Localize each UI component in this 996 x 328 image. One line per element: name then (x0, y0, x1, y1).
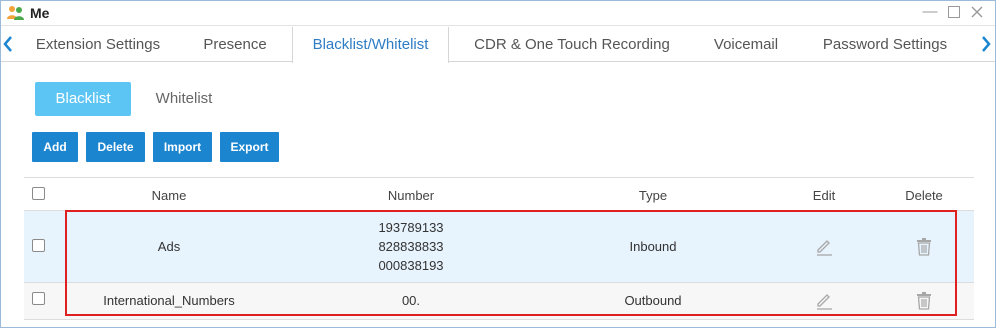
tab-extension-settings[interactable]: Extension Settings (24, 27, 172, 62)
header-edit: Edit (812, 188, 836, 203)
row-number: 00. (401, 293, 421, 308)
edit-icon[interactable] (815, 238, 833, 256)
close-icon (971, 6, 983, 18)
subtab-whitelist[interactable]: Whitelist (139, 82, 229, 116)
header-number: Number (387, 188, 435, 203)
row-number: 000838193 (378, 258, 444, 273)
header-delete: Delete (905, 188, 943, 203)
tab-presence[interactable]: Presence (189, 27, 281, 62)
tab-voicemail[interactable]: Voicemail (701, 27, 791, 62)
tab-password-settings[interactable]: Password Settings (811, 27, 959, 62)
table-row: Ads 193789133 828838833 000838193 Inboun… (24, 211, 974, 283)
row-checkbox[interactable] (32, 292, 45, 305)
delete-button[interactable]: Delete (86, 132, 145, 162)
row-name: International_Numbers (103, 293, 235, 308)
window-title: Me (30, 5, 50, 21)
tab-scroll-right-icon[interactable] (979, 33, 993, 55)
export-button[interactable]: Export (220, 132, 279, 162)
subtab-blacklist[interactable]: Blacklist (35, 82, 131, 116)
import-button[interactable]: Import (153, 132, 212, 162)
tab-bar: Extension Settings Presence Blacklist/Wh… (1, 27, 995, 63)
users-icon (7, 6, 24, 20)
row-numbers: 193789133 828838833 000838193 (341, 218, 481, 275)
row-type: Outbound (624, 293, 682, 308)
add-button[interactable]: Add (32, 132, 78, 162)
edit-icon[interactable] (815, 292, 833, 310)
row-type: Inbound (629, 239, 677, 254)
row-checkbox[interactable] (32, 239, 45, 252)
maximize-icon (948, 6, 960, 18)
table-row: International_Numbers 00. Outbound (24, 283, 974, 320)
close-button[interactable] (969, 4, 985, 20)
tab-scroll-left-icon[interactable] (1, 33, 15, 55)
table-header: Name Number Type Edit Delete (24, 177, 974, 211)
row-number: 193789133 (378, 220, 444, 235)
maximize-button[interactable] (946, 4, 962, 20)
window: Me — Extension Settings Presence Blackli… (0, 0, 996, 328)
row-name: Ads (157, 239, 181, 254)
select-all-checkbox[interactable] (32, 187, 45, 200)
row-number: 828838833 (378, 239, 444, 254)
tab-cdr-recording[interactable]: CDR & One Touch Recording (463, 27, 681, 62)
header-type: Type (638, 188, 668, 203)
trash-icon[interactable] (916, 238, 932, 256)
trash-icon[interactable] (916, 292, 932, 310)
header-name: Name (151, 188, 187, 203)
minimize-button[interactable]: — (922, 4, 938, 20)
title-bar: Me — (1, 1, 995, 26)
tab-blacklist-whitelist[interactable]: Blacklist/Whitelist (292, 27, 449, 63)
